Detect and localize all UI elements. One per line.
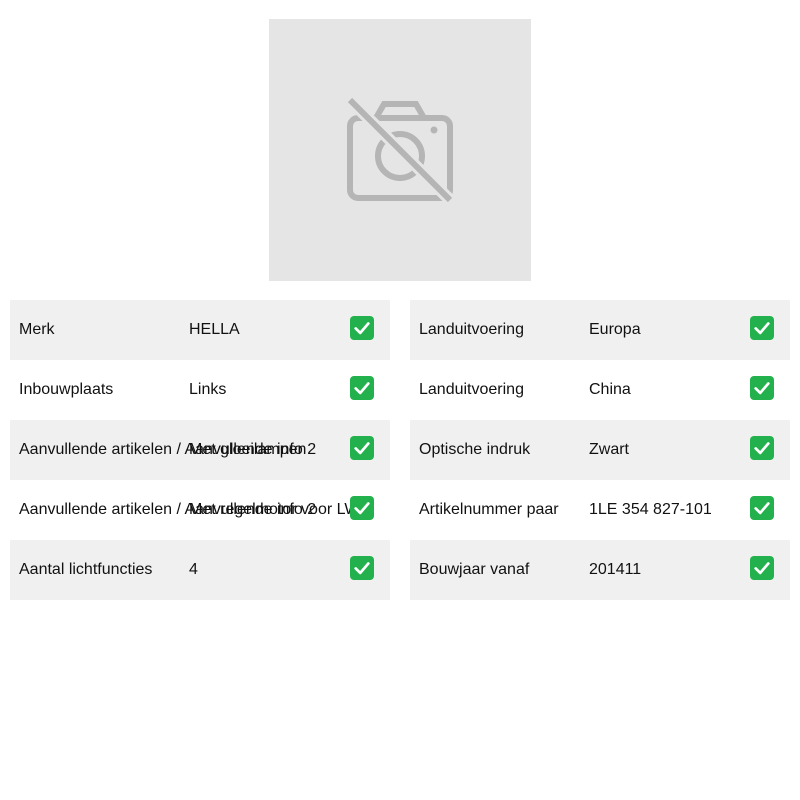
check-mark-icon <box>750 376 774 400</box>
check-mark-icon <box>750 496 774 520</box>
product-specs-table-right: Landuitvoering Europa Landuitvoering Chi… <box>410 300 790 600</box>
spec-label: Optische indruk <box>419 441 531 458</box>
spec-value: Europa <box>589 321 641 338</box>
spec-row: Inbouwplaats Links <box>10 360 390 420</box>
spec-row: Bouwjaar vanaf 201411 <box>410 540 790 600</box>
spec-row: Aanvullende artikelen / Aanvullende info… <box>10 420 390 480</box>
spec-label: Bouwjaar vanaf <box>419 561 530 578</box>
spec-row: Aanvullende artikelen / Aanvullende info… <box>10 480 390 540</box>
spec-label: Landuitvoering <box>419 321 524 338</box>
spec-label: Inbouwplaats <box>19 381 114 398</box>
spec-row: Artikelnummer paar 1LE 354 827-101 <box>410 480 790 540</box>
spec-value: 201411 <box>589 561 642 578</box>
spec-value: Met regelmotor voor LWR <box>189 501 371 518</box>
spec-label: Artikelnummer paar <box>419 501 559 518</box>
check-mark-icon <box>750 316 774 340</box>
check-mark-icon <box>350 496 374 520</box>
spec-row: Aantal lichtfuncties 4 <box>10 540 390 600</box>
spec-value: HELLA <box>189 321 240 338</box>
spec-row: Optische indruk Zwart <box>410 420 790 480</box>
spec-value: Links <box>189 381 227 398</box>
spec-value: Zwart <box>589 441 629 458</box>
no-photo-icon <box>346 96 454 204</box>
spec-value: 4 <box>189 561 198 578</box>
spec-label: Merk <box>19 321 55 338</box>
spec-row: Merk HELLA <box>10 300 390 360</box>
product-specs-table-left: Merk HELLA Inbouwplaats Links Aanvullend… <box>10 300 390 600</box>
product-image-placeholder <box>269 19 531 281</box>
check-mark-icon <box>350 316 374 340</box>
spec-value: 1LE 354 827-101 <box>589 501 712 518</box>
spec-row: Landuitvoering Europa <box>410 300 790 360</box>
check-mark-icon <box>350 556 374 580</box>
spec-row: Landuitvoering China <box>410 360 790 420</box>
check-mark-icon <box>350 376 374 400</box>
check-mark-icon <box>750 436 774 460</box>
spec-label: Landuitvoering <box>419 381 524 398</box>
spec-value: China <box>589 381 631 398</box>
spec-label: Aantal lichtfuncties <box>19 561 153 578</box>
check-mark-icon <box>750 556 774 580</box>
spec-value: Met gloeilampen <box>189 441 307 458</box>
check-mark-icon <box>350 436 374 460</box>
